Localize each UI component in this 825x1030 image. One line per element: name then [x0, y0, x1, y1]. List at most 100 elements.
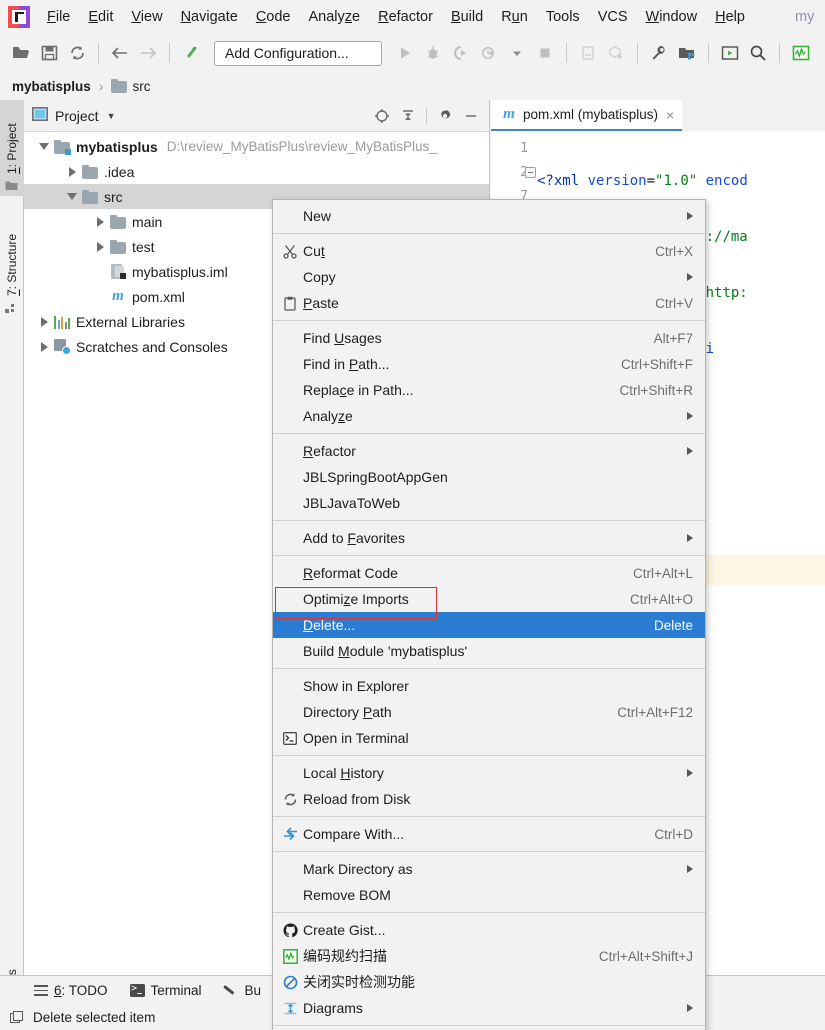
menu-item-label: Analyze	[303, 408, 353, 424]
breadcrumb-project[interactable]: mybatisplus	[12, 79, 91, 94]
menu-item-build-module[interactable]: Build Module 'mybatisplus'	[273, 638, 705, 664]
expand-arrow-down-icon[interactable]	[62, 193, 82, 200]
bottom-tab-todo[interactable]: 6: TODO	[34, 983, 108, 998]
menu-item-mark-directory-as[interactable]: Mark Directory as	[273, 856, 705, 882]
chevron-down-icon[interactable]: ▼	[107, 111, 116, 121]
tree-node-label: Scratches and Consoles	[76, 338, 228, 355]
collapse-all-icon[interactable]	[396, 104, 420, 128]
sidebar-item-structure[interactable]: 7: Structure	[0, 200, 24, 318]
menu-item-jbljavatoweb[interactable]: JBLJavaToWeb	[273, 490, 705, 516]
bottom-tab-build-label: Bu	[244, 983, 262, 998]
dropdown-caret-icon[interactable]	[504, 40, 530, 66]
menu-item-remove-bom[interactable]: Remove BOM	[273, 882, 705, 908]
alibaba-scan-icon	[277, 948, 303, 964]
module-folder-icon	[54, 139, 71, 155]
sidebar-item-project[interactable]: 1: Project	[0, 100, 24, 196]
menu-code[interactable]: Code	[247, 6, 300, 28]
menu-item-replace-in-path[interactable]: Replace in Path... Ctrl+Shift+R	[273, 377, 705, 403]
menu-edit[interactable]: Edit	[79, 6, 122, 28]
menu-item-show-in-explorer[interactable]: Show in Explorer	[273, 673, 705, 699]
menu-item-paste[interactable]: Paste Ctrl+V	[273, 290, 705, 316]
menu-item-analyze[interactable]: Analyze	[273, 403, 705, 429]
menu-item-new[interactable]: New	[273, 203, 705, 229]
run-coverage-icon	[448, 40, 474, 66]
menu-item-find-usages[interactable]: Find Usages Alt+F7	[273, 325, 705, 351]
menu-item-copy[interactable]: Copy	[273, 264, 705, 290]
menu-window[interactable]: Window	[637, 6, 707, 28]
menu-item-open-in-terminal[interactable]: Open in Terminal	[273, 725, 705, 751]
back-icon[interactable]	[107, 40, 133, 66]
menu-item-label: New	[303, 208, 332, 224]
ide-window: File Edit View Navigate Code Analyze Ref…	[0, 0, 825, 1030]
open-folder-icon[interactable]	[8, 40, 34, 66]
menu-navigate[interactable]: Navigate	[172, 6, 247, 28]
menu-analyze[interactable]: Analyze	[300, 6, 370, 28]
menu-item-find-in-path[interactable]: Find in Path... Ctrl+Shift+F	[273, 351, 705, 377]
bottom-tab-todo-label: 6: TODO	[54, 983, 108, 998]
folder-icon	[82, 164, 98, 179]
menu-item-reformat-code[interactable]: Reformat Code Ctrl+Alt+L	[273, 560, 705, 586]
menu-item-reload-from-disk[interactable]: Reload from Disk	[273, 786, 705, 812]
folder-icon	[111, 79, 128, 93]
menu-item-disable-realtime-detection[interactable]: 关闭实时检测功能	[273, 969, 705, 995]
menu-vcs[interactable]: VCS	[589, 6, 637, 28]
code-fold-icon[interactable]	[525, 167, 536, 178]
settings-wrench-icon[interactable]	[646, 40, 672, 66]
menu-item-refactor[interactable]: Refactor	[273, 438, 705, 464]
menu-item-create-gist[interactable]: Create Gist...	[273, 917, 705, 943]
save-all-icon[interactable]	[36, 40, 62, 66]
scroll-from-source-icon[interactable]	[370, 104, 394, 128]
submenu-arrow-icon	[687, 212, 693, 220]
menu-tools[interactable]: Tools	[537, 6, 589, 28]
maven-file-icon: m	[112, 288, 124, 304]
tree-node-mybatisplus[interactable]: mybatisplus D:\review_MyBatisPlus\review…	[24, 134, 489, 159]
expand-arrow-right-icon[interactable]	[34, 341, 54, 352]
bottom-tab-build[interactable]: Bu	[224, 983, 262, 998]
menu-item-add-to-favorites[interactable]: Add to Favorites	[273, 525, 705, 551]
add-configuration-button[interactable]: Add Configuration...	[214, 40, 382, 66]
libraries-icon	[54, 315, 70, 329]
search-everywhere-icon[interactable]	[745, 40, 771, 66]
build-icon	[224, 984, 239, 997]
menu-item-delete[interactable]: Delete... Delete	[273, 612, 705, 638]
scissors-icon	[277, 244, 303, 259]
menu-separator	[273, 433, 705, 434]
menu-item-compare-with[interactable]: Compare With... Ctrl+D	[273, 821, 705, 847]
device-manager-icon	[575, 40, 601, 66]
menu-item-jblspringbootappgen[interactable]: JBLSpringBootAppGen	[273, 464, 705, 490]
submenu-arrow-icon	[687, 273, 693, 281]
tab-pom-xml[interactable]: m pom.xml (mybatisplus) ×	[491, 100, 683, 131]
expand-arrow-right-icon[interactable]	[90, 216, 110, 227]
code-scan-icon[interactable]	[788, 40, 814, 66]
menu-run[interactable]: Run	[492, 6, 537, 28]
menu-item-local-history[interactable]: Local History	[273, 760, 705, 786]
menu-file[interactable]: File	[38, 6, 79, 28]
close-icon[interactable]: ×	[666, 107, 674, 123]
gear-icon[interactable]	[433, 104, 457, 128]
tree-node-idea[interactable]: .idea	[24, 159, 489, 184]
breadcrumb-src[interactable]: src	[111, 79, 150, 94]
expand-arrow-down-icon[interactable]	[34, 143, 54, 150]
expand-arrow-right-icon[interactable]	[34, 316, 54, 327]
menu-item-cut[interactable]: Cut Ctrl+X	[273, 238, 705, 264]
menu-help[interactable]: Help	[706, 6, 754, 28]
build-hammer-icon[interactable]	[178, 40, 204, 66]
menu-item-directory-path[interactable]: Directory Path Ctrl+Alt+F12	[273, 699, 705, 725]
menu-item-label: JBLSpringBootAppGen	[303, 469, 448, 485]
menu-item-optimize-imports[interactable]: Optimize Imports Ctrl+Alt+O	[273, 586, 705, 612]
bottom-tab-terminal[interactable]: Terminal	[129, 983, 202, 998]
expand-arrow-right-icon[interactable]	[62, 166, 82, 177]
hide-icon[interactable]	[459, 104, 483, 128]
sync-icon[interactable]	[64, 40, 90, 66]
menu-refactor[interactable]: Refactor	[369, 6, 442, 28]
menu-view[interactable]: View	[122, 6, 171, 28]
menu-item-code-convention-scan[interactable]: 编码规约扫描 Ctrl+Alt+Shift+J	[273, 943, 705, 969]
menu-item-shortcut: Ctrl+D	[654, 826, 693, 842]
menu-item-diagrams[interactable]: Diagrams	[273, 995, 705, 1021]
menu-separator	[273, 320, 705, 321]
expand-arrow-right-icon[interactable]	[90, 241, 110, 252]
menu-item-shortcut: Ctrl+Alt+O	[629, 591, 693, 607]
menu-build[interactable]: Build	[442, 6, 492, 28]
presentation-icon[interactable]	[717, 40, 743, 66]
project-structure-icon[interactable]	[674, 40, 700, 66]
